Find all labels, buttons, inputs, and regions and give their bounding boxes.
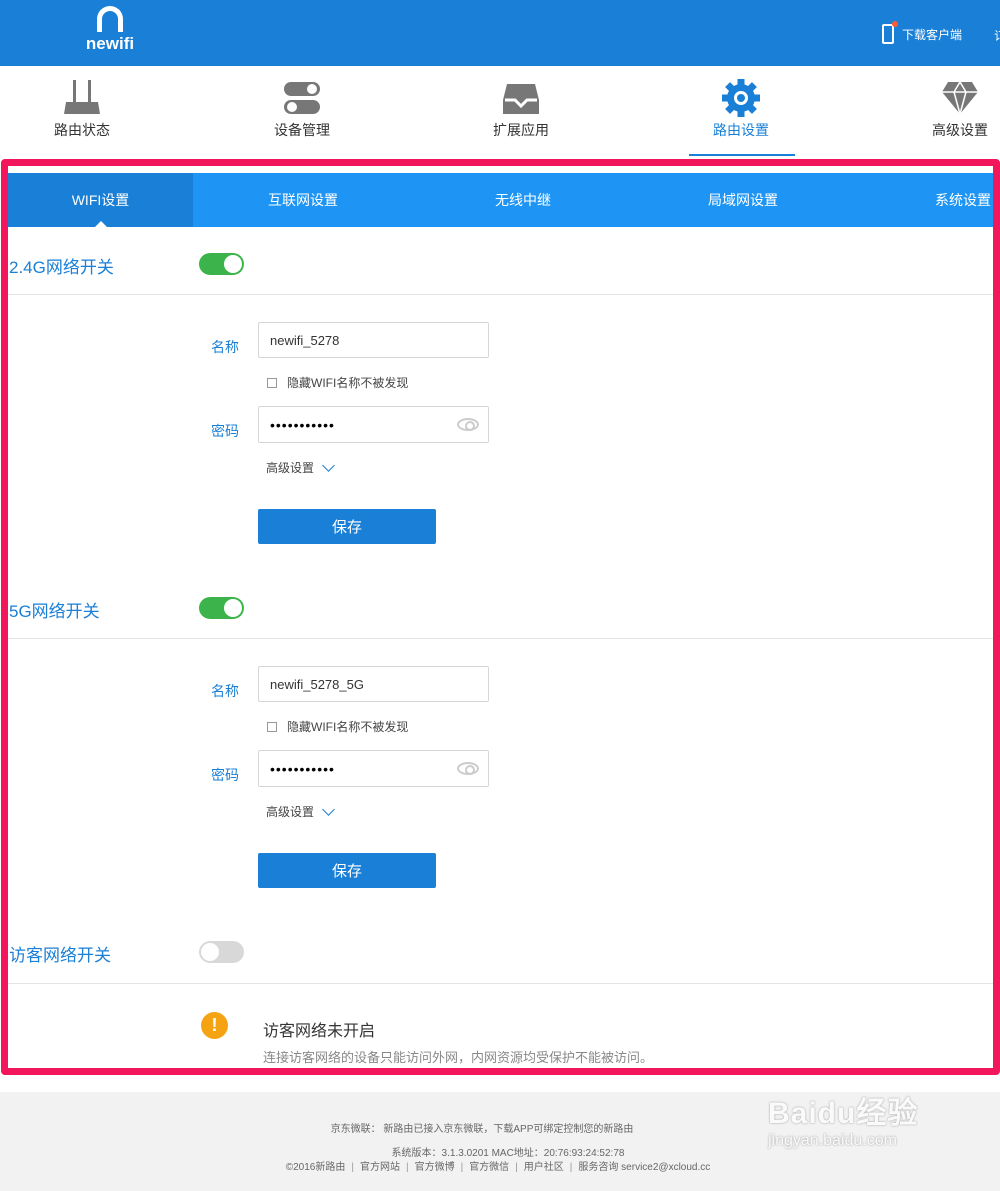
tab-wireless-relay[interactable]: 无线中继: [413, 173, 633, 227]
toggle-knob: [201, 943, 219, 961]
nav-item-device-management[interactable]: 设备管理: [242, 66, 362, 156]
eye-icon[interactable]: [457, 762, 479, 775]
warning-icon: !: [201, 1012, 228, 1039]
watermark-main: Baidu经验: [768, 1097, 919, 1130]
inbox-tray-icon: [499, 78, 543, 118]
wifi5-name-input[interactable]: [258, 666, 489, 702]
wifi5-advanced-toggle[interactable]: 高级设置: [266, 802, 335, 820]
wifi5-password-label: 密码: [211, 767, 239, 783]
hide-ssid-label: 隐藏WIFI名称不被发现: [287, 376, 409, 390]
main-nav: 路由状态 设备管理 扩展应用 路由设置 高级设置: [0, 66, 1000, 156]
settings-subtabs: WIFI设置 互联网设置 无线中继 局域网设置 系统设置: [8, 173, 993, 228]
nav-item-router-settings[interactable]: 路由设置: [681, 66, 801, 156]
newifi-logo[interactable]: newifi: [82, 6, 138, 58]
tab-lan-settings[interactable]: 局域网设置: [633, 173, 853, 227]
wifi24-advanced-toggle[interactable]: 高级设置: [266, 458, 335, 476]
tab-internet-settings[interactable]: 互联网设置: [193, 173, 413, 227]
divider: [8, 638, 993, 639]
wifi5-hide-ssid-row[interactable]: 隐藏WIFI名称不被发现: [267, 718, 408, 735]
diamond-icon: [938, 78, 982, 118]
wifi5-password-input[interactable]: [258, 750, 489, 787]
nav-label: 路由状态: [54, 122, 110, 138]
toggle-knob: [224, 599, 242, 617]
nav-label: 扩展应用: [493, 122, 549, 138]
toggle-switches-icon: [280, 78, 324, 118]
wifi24-hide-ssid-checkbox[interactable]: [267, 377, 277, 388]
download-client-label: 下载客户端: [902, 27, 963, 42]
wifi5-hide-ssid-checkbox[interactable]: [267, 721, 277, 732]
eye-icon[interactable]: [457, 418, 479, 431]
wifi24-name-input[interactable]: [258, 322, 489, 358]
tab-system-settings[interactable]: 系统设置: [853, 173, 993, 227]
chevron-down-icon: [322, 458, 335, 472]
wifi5-toggle[interactable]: [199, 597, 244, 619]
copyright: ©2016新路由: [285, 1162, 346, 1173]
nav-label: 路由设置: [713, 122, 769, 138]
guest-status-description: 连接访客网络的设备只能访问外网，内网资源均受保护不能被访问。: [263, 1050, 654, 1065]
footer-link-weibo[interactable]: 官方微博: [415, 1162, 455, 1173]
nav-item-router-status[interactable]: 路由状态: [22, 66, 142, 156]
advanced-label: 高级设置: [266, 805, 315, 819]
wifi5-name-label: 名称: [211, 683, 239, 699]
wifi24-password-label: 密码: [211, 423, 239, 439]
wifi24-password-input[interactable]: [258, 406, 489, 443]
guest-status-title: 访客网络未开启: [263, 1023, 376, 1040]
toggle-knob: [224, 255, 242, 273]
wifi24-hide-ssid-row[interactable]: 隐藏WIFI名称不被发现: [267, 374, 408, 391]
divider: [8, 983, 993, 984]
header-extra-link[interactable]: 订: [994, 27, 1000, 44]
top-header: newifi 下载客户端 订: [0, 0, 1000, 66]
footer-link-wechat[interactable]: 官方微信: [469, 1162, 509, 1173]
footer-link-service[interactable]: 服务咨询 service2@xcloud.cc: [578, 1162, 710, 1173]
divider: [8, 294, 993, 295]
tab-wifi-settings[interactable]: WIFI设置: [8, 173, 193, 228]
logo-text: newifi: [85, 34, 135, 53]
nav-label: 设备管理: [274, 122, 330, 138]
wifi5-save-button[interactable]: 保存: [258, 853, 436, 888]
wifi24-password-field: [258, 406, 489, 443]
nav-item-extensions[interactable]: 扩展应用: [461, 66, 581, 156]
footer-link-website[interactable]: 官方网站: [360, 1162, 400, 1173]
wifi5-section-title: 5G网络开关: [9, 602, 100, 621]
nav-label: 高级设置: [932, 122, 988, 138]
wifi-settings-panel: WIFI设置 互联网设置 无线中继 局域网设置 系统设置 2.4G网络开关 名称…: [1, 159, 1000, 1075]
watermark-sub: jingyan.baidu.com: [768, 1132, 897, 1149]
nav-item-advanced-settings[interactable]: 高级设置: [900, 66, 1000, 156]
hide-ssid-label: 隐藏WIFI名称不被发现: [287, 720, 409, 734]
router-icon: [60, 78, 104, 118]
footer-link-community[interactable]: 用户社区: [524, 1162, 564, 1173]
wifi24-section-title: 2.4G网络开关: [9, 258, 114, 277]
wifi5-password-field: [258, 750, 489, 787]
phone-icon: [882, 21, 898, 44]
advanced-label: 高级设置: [266, 461, 315, 475]
wifi24-save-button[interactable]: 保存: [258, 509, 436, 544]
guest-toggle[interactable]: [199, 941, 244, 963]
wifi24-name-label: 名称: [211, 339, 239, 355]
gear-icon: [719, 78, 763, 118]
guest-section-title: 访客网络开关: [9, 946, 111, 965]
baidu-watermark: Baidu经验 jingyan.baidu.com: [768, 1088, 948, 1168]
download-client-link[interactable]: 下载客户端: [882, 21, 963, 46]
wifi24-toggle[interactable]: [199, 253, 244, 275]
logo-mark-icon: [97, 6, 123, 32]
chevron-down-icon: [322, 802, 335, 816]
